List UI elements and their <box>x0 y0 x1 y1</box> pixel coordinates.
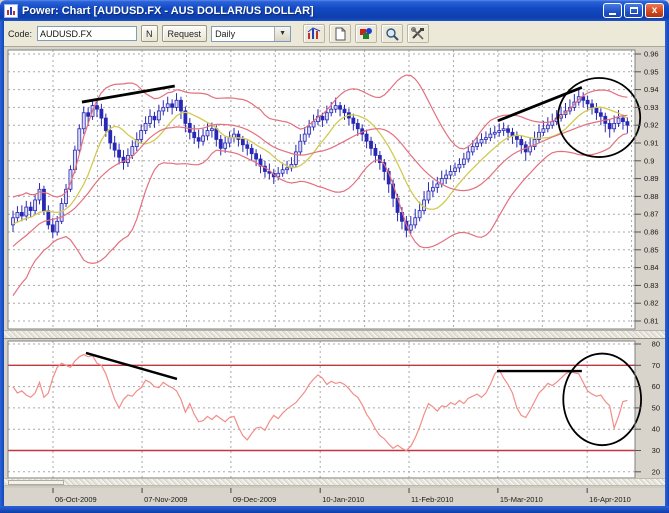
date-tick-label: 11-Feb-2010 <box>411 495 453 504</box>
title-bar[interactable]: Power: Chart [AUDUSD.FX - AUS DOLLAR/US … <box>0 0 669 21</box>
zoom-icon <box>386 27 399 41</box>
svg-text:0.91: 0.91 <box>644 139 659 148</box>
svg-text:0.9: 0.9 <box>644 156 654 165</box>
svg-text:60: 60 <box>652 382 660 391</box>
period-value: Daily <box>215 28 236 39</box>
rsi-panel <box>7 340 642 479</box>
code-input[interactable] <box>37 26 138 41</box>
date-tick-label: 15-Mar-2010 <box>500 495 543 504</box>
window-controls: x <box>603 3 664 18</box>
chart-canvas: 0.96 0.95 0.94 0.93 0.92 0.91 0.9 0.89 0.88 0.87 0… <box>4 49 665 504</box>
scrollbar-thumb[interactable] <box>8 480 64 485</box>
rsi-panel-bg[interactable] <box>8 341 635 478</box>
toolbar: Code: N Request Daily ▼ <box>4 21 665 47</box>
svg-text:0.87: 0.87 <box>644 210 659 219</box>
svg-text:0.93: 0.93 <box>644 103 659 112</box>
svg-text:0.94: 0.94 <box>644 85 659 94</box>
svg-text:0.88: 0.88 <box>644 192 659 201</box>
app-window: Power: Chart [AUDUSD.FX - AUS DOLLAR/US … <box>0 0 669 513</box>
chevron-down-icon: ▼ <box>274 26 291 41</box>
svg-text:20: 20 <box>652 467 660 476</box>
price-axis-labels: 0.96 0.95 0.94 0.93 0.92 0.91 0.9 0.89 0.88 0.87 0… <box>635 50 659 326</box>
new-document-icon <box>335 27 346 40</box>
close-icon: x <box>651 4 658 16</box>
n-button[interactable]: N <box>141 25 158 42</box>
settings-button[interactable] <box>407 24 430 43</box>
svg-text:0.84: 0.84 <box>644 263 659 272</box>
window-border-right <box>665 21 669 506</box>
close-button[interactable]: x <box>645 3 664 18</box>
new-chart-button[interactable] <box>329 24 352 43</box>
window-border-left <box>0 21 4 506</box>
price-panel <box>7 49 642 330</box>
period-select[interactable]: Daily ▼ <box>211 25 292 42</box>
svg-text:50: 50 <box>652 403 660 412</box>
rsi-axis-labels: 80 70 60 50 40 30 20 <box>635 340 660 476</box>
svg-text:80: 80 <box>652 340 660 349</box>
date-tick-label: 06-Oct-2009 <box>55 495 97 504</box>
zoom-button[interactable] <box>381 24 404 43</box>
svg-text:70: 70 <box>652 361 660 370</box>
maximize-button[interactable] <box>624 3 643 18</box>
svg-text:0.82: 0.82 <box>644 299 659 308</box>
window-border-bottom[interactable] <box>0 506 669 513</box>
maximize-icon <box>629 7 638 14</box>
svg-text:0.96: 0.96 <box>644 50 659 59</box>
minimize-icon <box>609 13 616 15</box>
date-tick-label: 07-Nov-2009 <box>144 495 187 504</box>
svg-text:0.92: 0.92 <box>644 121 659 130</box>
chart-style-button[interactable] <box>303 24 326 43</box>
minimize-button[interactable] <box>603 3 622 18</box>
indicators-button[interactable] <box>355 24 378 43</box>
svg-text:40: 40 <box>652 425 660 434</box>
request-button[interactable]: Request <box>161 25 208 42</box>
chart-icon <box>307 27 320 39</box>
app-icon <box>4 3 18 18</box>
svg-text:0.89: 0.89 <box>644 174 659 183</box>
svg-text:0.85: 0.85 <box>644 245 659 254</box>
svg-text:0.83: 0.83 <box>644 281 659 290</box>
date-tick-label: 10-Jan-2010 <box>322 495 364 504</box>
image-icon <box>360 28 373 39</box>
window-title: Power: Chart [AUDUSD.FX - AUS DOLLAR/US … <box>22 4 314 17</box>
svg-text:30: 30 <box>652 446 660 455</box>
code-label: Code: <box>8 28 33 39</box>
svg-text:0.86: 0.86 <box>644 228 659 237</box>
date-tick-label: 09-Dec-2009 <box>233 495 276 504</box>
date-axis: 06-Oct-2009 07-Nov-2009 09-Dec-2009 10-Jan-… <box>4 486 665 504</box>
svg-text:0.81: 0.81 <box>644 317 659 326</box>
date-tick-label: 16-Apr-2010 <box>589 495 631 504</box>
panel-splitter[interactable] <box>4 330 665 339</box>
horizontal-scrollbar[interactable] <box>4 478 665 486</box>
tools-icon <box>411 27 425 40</box>
svg-text:0.95: 0.95 <box>644 67 659 76</box>
